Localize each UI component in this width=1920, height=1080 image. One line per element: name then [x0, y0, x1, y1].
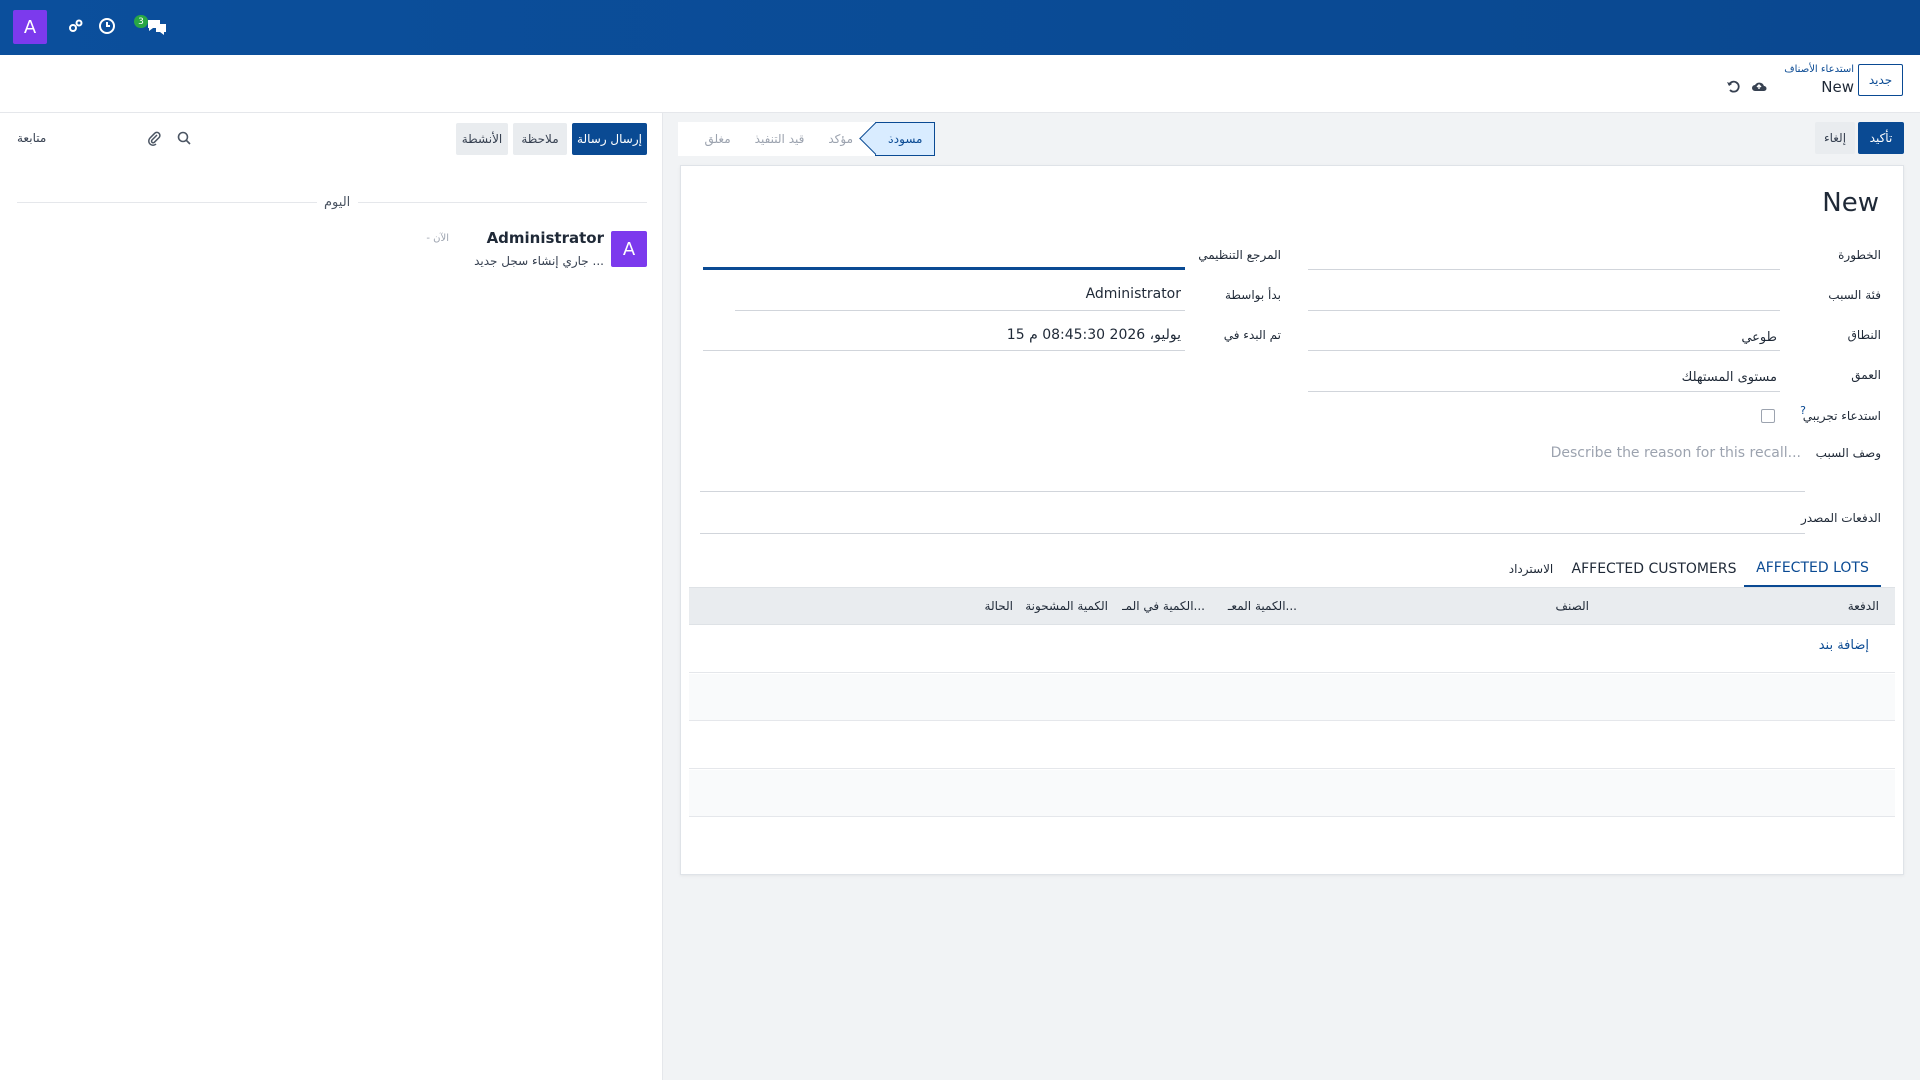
- cancel-button[interactable]: إلغاء: [1815, 122, 1855, 154]
- column-stock-qty[interactable]: الكمية في المـ...: [1122, 599, 1205, 613]
- log-note-button[interactable]: ملاحظة: [513, 123, 567, 155]
- column-recalled-qty[interactable]: الكمية المعـ...: [1228, 599, 1297, 613]
- confirm-button[interactable]: تأكيد: [1858, 122, 1904, 154]
- separator-line-right: [358, 202, 647, 203]
- date-separator: اليوم: [320, 195, 355, 210]
- tab-affected-customers[interactable]: AFFECTED CUSTOMERS: [1569, 551, 1739, 587]
- settings-cog-icon[interactable]: [66, 16, 86, 36]
- table-row: [689, 722, 1895, 769]
- mock-recall-help-icon[interactable]: ?: [1800, 404, 1806, 417]
- started-by-label: بدأ بواسطة: [1225, 288, 1281, 302]
- cause-category-field[interactable]: [1308, 310, 1780, 311]
- cause-category-label: فئة السبب: [1828, 288, 1881, 302]
- source-lots-field[interactable]: [700, 533, 1805, 534]
- stage-in-progress[interactable]: قيد التنفيذ: [743, 122, 817, 156]
- search-icon[interactable]: [175, 129, 193, 147]
- clock-icon[interactable]: [97, 16, 117, 36]
- send-message-button[interactable]: إرسال رسالة: [572, 123, 647, 155]
- reg-ref-field[interactable]: [703, 267, 1185, 270]
- reason-field-line: [700, 491, 1805, 492]
- breadcrumb-parent[interactable]: استدعاء الأصناف: [1784, 64, 1854, 75]
- mock-recall-label: استدعاء تجريبي: [1802, 409, 1881, 423]
- started-by-field[interactable]: [735, 310, 1185, 311]
- table-row: إضافة بند: [689, 626, 1895, 673]
- message-avatar[interactable]: A: [611, 231, 647, 267]
- chatter-panel: إرسال رسالة ملاحظة الأنشطة متابعة اليوم …: [0, 113, 663, 1080]
- reason-label: وصف السبب: [1815, 446, 1881, 460]
- separator-line-left: [17, 202, 317, 203]
- scope-field[interactable]: [1308, 350, 1780, 351]
- user-avatar[interactable]: A: [13, 10, 47, 44]
- add-line-link[interactable]: إضافة بند: [1819, 638, 1869, 653]
- activities-button[interactable]: الأنشطة: [456, 123, 508, 155]
- severity-label: الخطورة: [1838, 248, 1881, 262]
- started-on-value[interactable]: 15 يوليو، 2026 08:45:30 م: [1007, 327, 1181, 343]
- scope-label: النطاق: [1847, 328, 1881, 342]
- chat-icon[interactable]: [146, 16, 168, 36]
- message-count-badge: 3: [134, 15, 148, 28]
- depth-field[interactable]: [1308, 391, 1780, 392]
- mock-recall-checkbox[interactable]: [1761, 409, 1775, 423]
- message-time: - الآن: [426, 233, 449, 244]
- record-title: New: [1822, 188, 1879, 218]
- breadcrumb-current: New: [1821, 78, 1854, 96]
- control-panel: جديد استدعاء الأصناف New: [0, 55, 1920, 113]
- follow-button[interactable]: متابعة: [17, 131, 46, 145]
- stage-confirmed[interactable]: مؤكد: [816, 122, 865, 156]
- message-body: جاري إنشاء سجل جديد ...: [474, 254, 604, 268]
- column-status[interactable]: الحالة: [985, 599, 1013, 613]
- table-row: [689, 674, 1895, 721]
- column-product[interactable]: الصنف: [1556, 599, 1589, 613]
- started-by-value[interactable]: Administrator: [1086, 286, 1181, 302]
- column-shipped-qty[interactable]: الكمية المشحونة: [1025, 599, 1108, 613]
- column-lot[interactable]: الدفعة: [1848, 599, 1879, 613]
- form-sheet: New الخطورة فئة السبب النطاق طوعي العمق …: [680, 165, 1904, 875]
- paperclip-icon[interactable]: [145, 129, 163, 147]
- stage-draft[interactable]: مسودة: [875, 122, 935, 156]
- table-row: [689, 770, 1895, 817]
- top-navbar: A 3: [0, 0, 1920, 55]
- scope-value[interactable]: طوعي: [1741, 330, 1777, 345]
- started-on-label: تم البدء في: [1223, 328, 1281, 342]
- message-author[interactable]: Administrator: [487, 229, 604, 247]
- stage-closed[interactable]: مغلق: [692, 122, 742, 156]
- table-header: الدفعة الصنف الكمية المعـ... الكمية في ا…: [689, 587, 1895, 625]
- reg-ref-label: المرجع التنظيمي: [1198, 248, 1281, 262]
- tab-refund[interactable]: الاسترداد: [1501, 551, 1561, 587]
- severity-field[interactable]: [1308, 269, 1780, 270]
- depth-label: العمق: [1851, 368, 1881, 382]
- started-on-field[interactable]: [703, 350, 1185, 351]
- status-bar: مسودة مؤكد قيد التنفيذ مغلق: [678, 122, 935, 156]
- tab-affected-lots[interactable]: AFFECTED LOTS: [1744, 551, 1881, 587]
- save-cloud-icon[interactable]: [1750, 77, 1768, 95]
- discard-undo-icon[interactable]: [1724, 77, 1742, 95]
- reason-input[interactable]: Describe the reason for this recall...: [1551, 445, 1801, 461]
- new-button[interactable]: جديد: [1858, 64, 1903, 96]
- source-lots-label: الدفعات المصدر: [1800, 511, 1881, 525]
- depth-value[interactable]: مستوى المستهلك: [1682, 370, 1777, 385]
